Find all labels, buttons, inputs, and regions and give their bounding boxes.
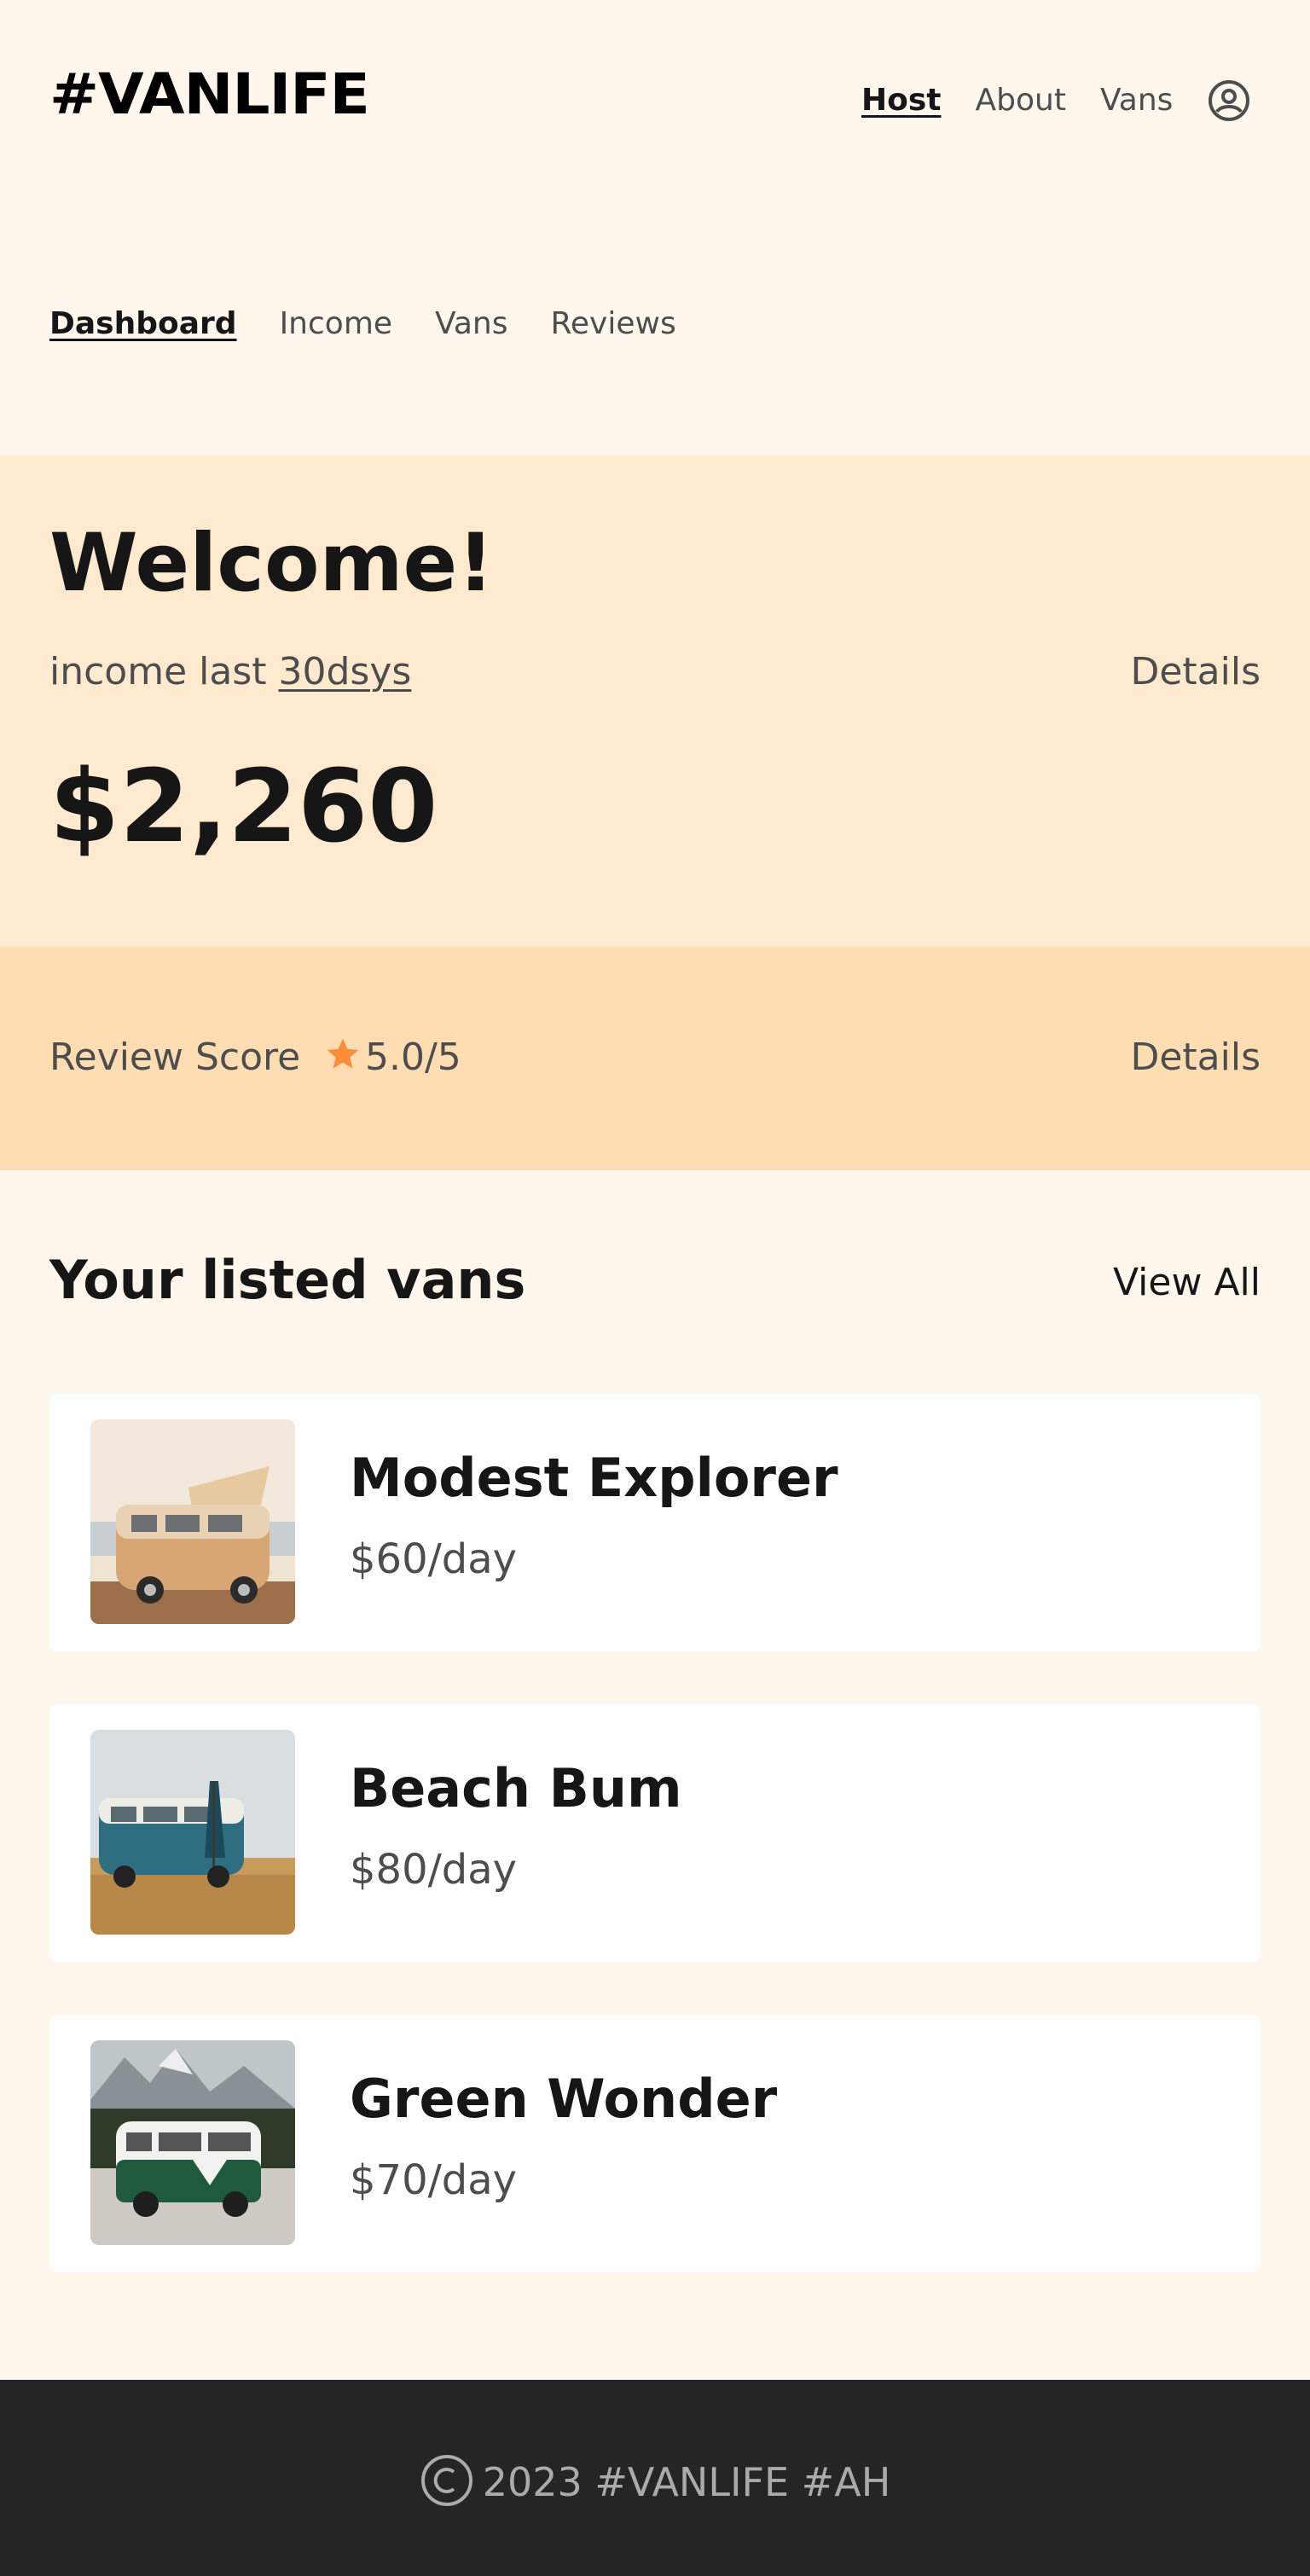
van-image-green-wonder [90,2040,295,2245]
van-card[interactable]: Modest Explorer $60/day [49,1394,1261,1651]
nav-vans-link[interactable]: Vans [1100,85,1173,116]
van-name: Beach Bum [350,1757,682,1819]
site-header: #VANLIFE Host About Vans [0,0,1310,205]
review-section: Review Score 5.0/5 Details [0,947,1310,1170]
van-image-beach-bum [90,1730,295,1935]
host-nav-income[interactable]: Income [280,309,392,339]
review-details-link[interactable]: Details [1130,1039,1261,1076]
van-price: $80/day [350,1846,518,1894]
income-amount: $2,260 [49,747,438,865]
van-name: Modest Explorer [350,1447,838,1509]
star-icon [324,1036,362,1073]
copyright-icon [420,2453,474,2508]
host-nav-vans[interactable]: Vans [435,309,507,339]
van-card[interactable]: Beach Bum $80/day [49,1704,1261,1962]
income-period-text: income last 30dsys [49,653,411,691]
nav-host-link[interactable]: Host [861,85,942,116]
review-score-label: Review Score [49,1036,301,1079]
income-period-link[interactable]: 30dsys [279,650,412,693]
income-details-link[interactable]: Details [1130,653,1261,691]
income-prefix: income last [49,650,279,693]
host-nav-dashboard[interactable]: Dashboard [49,309,237,339]
review-score-value: 5.0/5 [365,1036,461,1079]
nav-about-link[interactable]: About [976,85,1066,116]
van-card[interactable]: Green Wonder $70/day [49,2015,1261,2272]
van-image-modest-explorer [90,1419,295,1624]
footer-text: 2023 #VANLIFE #AH [482,2459,891,2505]
listed-vans-title: Your listed vans [49,1249,526,1311]
host-nav: Dashboard Income Vans Reviews [49,309,719,339]
van-name: Green Wonder [350,2068,778,2130]
view-all-link[interactable]: View All [1113,1264,1261,1302]
site-logo[interactable]: #VANLIFE [49,67,370,123]
van-price: $70/day [350,2156,518,2204]
user-circle-icon[interactable] [1207,78,1251,123]
site-footer: 2023 #VANLIFE #AH [0,2380,1310,2576]
welcome-title: Welcome! [49,517,495,610]
footer-copyright: 2023 #VANLIFE #AH [0,2453,1310,2508]
welcome-section: Welcome! income last 30dsys Details $2,2… [0,455,1310,947]
main-nav: Host About Vans [861,78,1251,123]
van-price: $60/day [350,1535,518,1583]
host-nav-reviews[interactable]: Reviews [551,309,676,339]
